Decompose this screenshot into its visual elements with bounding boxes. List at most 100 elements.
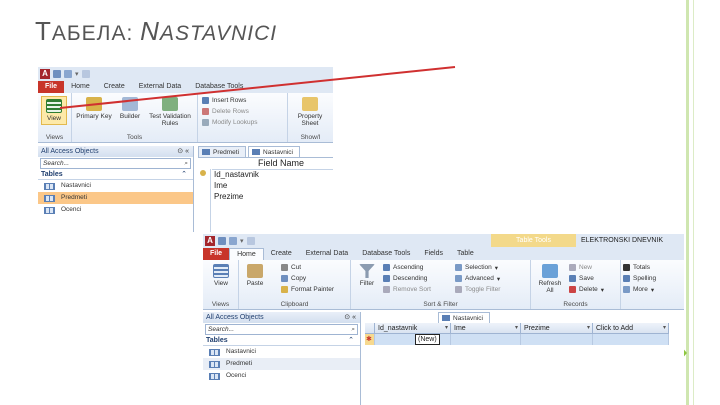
doc-tab-label: Nastavnici (263, 149, 293, 156)
cut-button[interactable]: Cut (281, 263, 301, 272)
save-record-button[interactable]: Save (569, 274, 594, 283)
column-prezime[interactable]: Prezime ▾ (521, 323, 593, 334)
nav-search-input[interactable]: Search... ⌕ (205, 324, 358, 335)
ascending-button[interactable]: Ascending (383, 263, 423, 272)
new-record-marker: ✱ (365, 334, 375, 345)
new-record-button[interactable]: New (569, 263, 592, 272)
test-validation-button[interactable]: Test Validation Rules (148, 97, 192, 127)
column-dropdown-icon[interactable]: ▾ (445, 323, 448, 334)
tab-database-tools[interactable]: Database Tools (188, 81, 250, 93)
refresh-all-button[interactable]: Refresh All (535, 264, 565, 294)
tab-external-data[interactable]: External Data (299, 248, 355, 260)
field-ime[interactable]: Ime (214, 181, 227, 190)
nav-item-nastavnici[interactable]: Nastavnici (203, 346, 360, 358)
modify-lookups-button[interactable]: Modify Lookups (202, 118, 258, 127)
builder-button[interactable]: Builder (116, 97, 144, 120)
save-icon[interactable] (218, 236, 226, 245)
more-button[interactable]: More ▾ (623, 285, 654, 294)
spelling-button[interactable]: Spelling (623, 274, 656, 283)
insert-rows-button[interactable]: Insert Rows (202, 96, 246, 105)
search-icon[interactable]: ⌕ (351, 325, 355, 334)
undo-dropdown-icon[interactable]: ▾ (75, 70, 79, 78)
paste-button[interactable]: Paste (243, 264, 267, 287)
view-button[interactable]: View (41, 96, 67, 125)
column-label: Ime (454, 325, 466, 332)
advanced-button[interactable]: Advanced ▾ (455, 274, 500, 283)
nav-item-label: Nastavnici (226, 348, 256, 355)
tab-external-data[interactable]: External Data (132, 81, 188, 93)
tab-home[interactable]: Home (64, 81, 97, 93)
dropdown-icon[interactable]: ▾ (651, 286, 654, 294)
nav-item-predmeti[interactable]: Predmeti (203, 358, 360, 370)
datasheet-header: Id_nastavnik ▾ Ime ▾ Prezime ▾ Click to Add… (365, 323, 669, 334)
nav-item-ocenci[interactable]: Ocenci (38, 204, 193, 216)
selection-button[interactable]: Selection ▾ (455, 263, 498, 272)
totals-button[interactable]: Totals (623, 263, 650, 272)
doc-tab-nastavnici[interactable]: Nastavnici (248, 146, 300, 157)
title-em-text: ASTAVNICI (159, 22, 278, 45)
column-dropdown-icon[interactable]: ▾ (587, 323, 590, 334)
column-click-to-add[interactable]: Click to Add ▾ (593, 323, 669, 334)
nav-group-tables[interactable]: Tables ⌃ (203, 336, 360, 346)
cell-ime[interactable] (451, 334, 521, 345)
ribbon-tabs: File Home Create External Data Database … (203, 247, 684, 260)
property-sheet-button[interactable]: Property Sheet (290, 97, 330, 127)
toggle-filter-button[interactable]: Toggle Filter (455, 285, 500, 294)
tab-database-tools[interactable]: Database Tools (355, 248, 417, 260)
nav-pane-dropdown-icon[interactable]: ⊙ « (177, 146, 189, 157)
primary-key-button[interactable]: Primary Key (76, 97, 112, 120)
delete-icon (569, 286, 576, 293)
column-id-nastavnik[interactable]: Id_nastavnik ▾ (375, 323, 451, 334)
search-icon[interactable]: ⌕ (184, 159, 188, 168)
cell-id-nastavnik[interactable]: (New) (375, 334, 451, 345)
nav-pane-dropdown-icon[interactable]: ⊙ « (344, 312, 356, 323)
column-dropdown-icon[interactable]: ▾ (515, 323, 518, 334)
new-record-row[interactable]: ✱ (New) (365, 334, 669, 345)
format-painter-button[interactable]: Format Painter (281, 285, 334, 294)
dropdown-icon[interactable]: ▾ (497, 275, 500, 283)
remove-sort-button[interactable]: Remove Sort (383, 285, 431, 294)
descending-button[interactable]: Descending (383, 274, 427, 283)
nav-group-tables[interactable]: Tables ⌃ (38, 170, 193, 180)
tab-table[interactable]: Table (450, 248, 481, 260)
dropdown-icon[interactable]: ▾ (495, 264, 498, 272)
column-ime[interactable]: Ime ▾ (451, 323, 521, 334)
save-icon[interactable] (53, 69, 61, 78)
undo-icon[interactable] (229, 236, 237, 245)
filter-label: Filter (359, 280, 375, 287)
column-label: Id_nastavnik (378, 325, 418, 332)
field-prezime[interactable]: Prezime (214, 192, 243, 201)
collapse-icon[interactable]: ⌃ (181, 170, 187, 180)
cell-click-to-add[interactable] (593, 334, 669, 345)
redo-icon[interactable] (81, 69, 90, 78)
tab-file[interactable]: File (203, 248, 230, 260)
delete-record-button[interactable]: Delete ▾ (569, 285, 604, 294)
column-dropdown-icon[interactable]: ▾ (663, 323, 666, 334)
redo-icon[interactable] (246, 236, 255, 245)
collapse-icon[interactable]: ⌃ (348, 336, 354, 346)
tab-create[interactable]: Create (97, 81, 132, 93)
tab-fields[interactable]: Fields (417, 248, 450, 260)
nav-pane-header[interactable]: All Access Objects ⊙ « (38, 146, 193, 157)
filter-button[interactable]: Filter (355, 264, 379, 287)
field-id-nastavnik[interactable]: Id_nastavnik (214, 170, 259, 179)
tab-create[interactable]: Create (264, 248, 299, 260)
tab-file[interactable]: File (38, 81, 65, 93)
nav-item-nastavnici[interactable]: Nastavnici (38, 180, 193, 192)
group-rows: Insert Rows Delete Rows Modify Lookups (198, 93, 288, 142)
delete-rows-button[interactable]: Delete Rows (202, 107, 249, 116)
doc-tab-nastavnici[interactable]: Nastavnici (438, 312, 490, 323)
dropdown-icon[interactable]: ▾ (601, 286, 604, 294)
copy-button[interactable]: Copy (281, 274, 306, 283)
doc-tab-predmeti[interactable]: Predmeti (198, 146, 247, 157)
nav-item-ocenci[interactable]: Ocenci (203, 370, 360, 382)
undo-icon[interactable] (64, 69, 72, 78)
tab-home[interactable]: Home (229, 248, 264, 260)
row-selector-header[interactable] (365, 323, 375, 334)
nav-item-predmeti[interactable]: Predmeti (38, 192, 193, 204)
undo-dropdown-icon[interactable]: ▾ (240, 237, 244, 245)
nav-pane-header[interactable]: All Access Objects ⊙ « (203, 312, 360, 323)
nav-search-input[interactable]: Search... ⌕ (40, 158, 191, 169)
view-button[interactable]: View (207, 264, 235, 287)
cell-prezime[interactable] (521, 334, 593, 345)
